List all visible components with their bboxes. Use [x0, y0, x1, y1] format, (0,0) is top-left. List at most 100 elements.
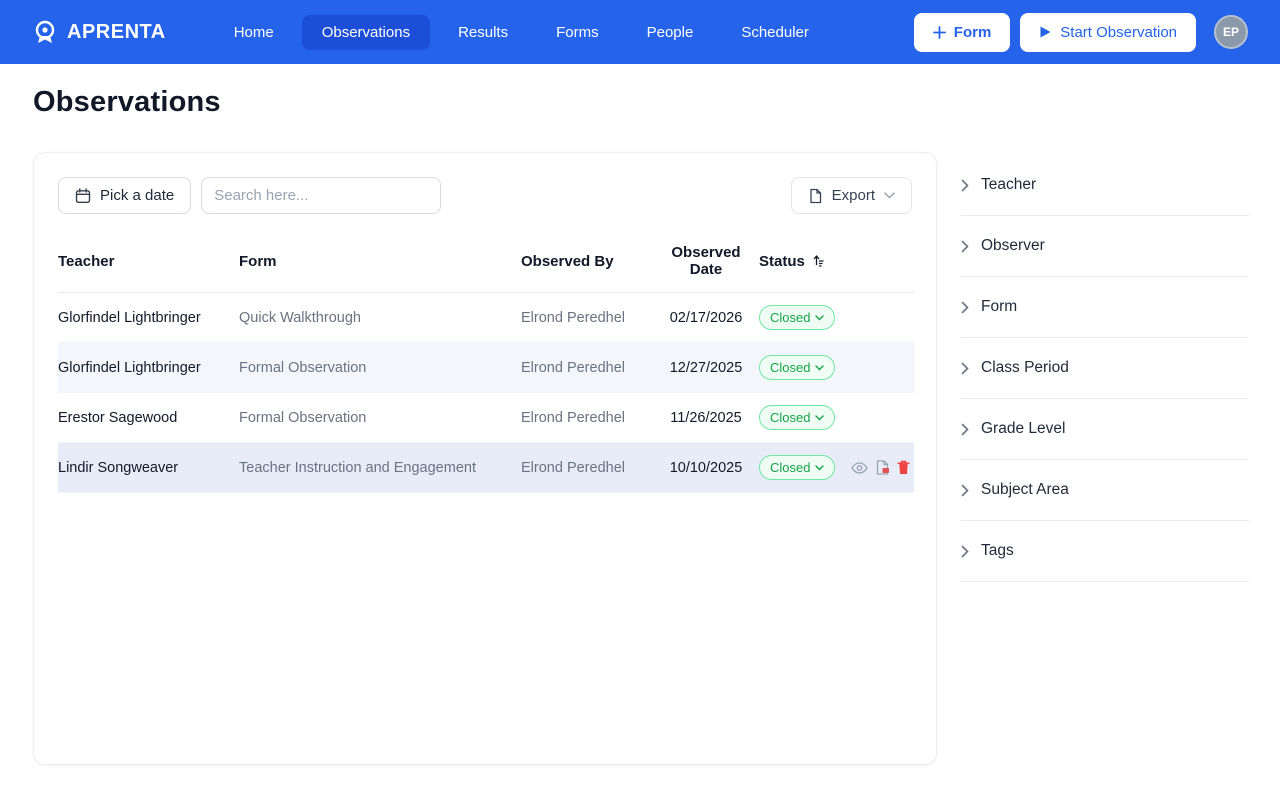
filter-label: Tags — [981, 542, 1014, 559]
status-label: Closed — [770, 460, 811, 475]
filter-form[interactable]: Form — [961, 277, 1249, 338]
filter-label: Class Period — [981, 359, 1069, 376]
observations-card: Pick a date Export — [33, 152, 937, 765]
filter-class-period[interactable]: Class Period — [961, 338, 1249, 399]
filter-teacher[interactable]: Teacher — [961, 155, 1249, 216]
nav-links: Home Observations Results Forms People S… — [214, 14, 914, 50]
top-navbar: APRENTA Home Observations Results Forms … — [0, 0, 1280, 64]
nav-actions: Form Start Observation EP — [913, 12, 1248, 52]
cell-date: 11/26/2025 — [657, 392, 759, 443]
play-icon — [1039, 25, 1052, 39]
filter-label: Teacher — [981, 176, 1037, 193]
filter-observer[interactable]: Observer — [961, 216, 1249, 277]
nav-item-results[interactable]: Results — [438, 15, 528, 50]
cell-teacher: Erestor Sagewood — [58, 392, 239, 443]
nav-item-home[interactable]: Home — [214, 15, 294, 50]
cell-status: Closed — [759, 392, 851, 443]
cell-observed-by: Elrond Peredhel — [521, 342, 657, 393]
filters-sidebar: Teacher Observer Form Class Period Grade… — [961, 155, 1249, 582]
brand: APRENTA — [32, 19, 166, 45]
nav-item-observations[interactable]: Observations — [301, 14, 431, 50]
filter-label: Observer — [981, 237, 1045, 254]
export-button[interactable]: Export — [790, 177, 912, 214]
sort-ascending-icon[interactable] — [810, 254, 824, 268]
search-input[interactable] — [201, 177, 442, 214]
trash-icon — [897, 460, 910, 475]
cell-actions — [851, 342, 914, 393]
observations-table: Teacher Form Observed By Observed Date S… — [58, 232, 914, 493]
calendar-icon — [75, 187, 91, 204]
cell-observed-by: Elrond Peredhel — [521, 442, 657, 493]
filter-label: Subject Area — [981, 481, 1069, 498]
cell-date: 02/17/2026 — [657, 292, 759, 343]
status-dropdown[interactable]: Closed — [759, 305, 836, 330]
chevron-down-icon — [884, 192, 895, 199]
card-toolbar: Pick a date Export — [58, 177, 912, 214]
cell-actions — [851, 292, 914, 343]
cell-observed-by: Elrond Peredhel — [521, 392, 657, 443]
chevron-right-icon — [961, 240, 969, 253]
header-status-label: Status — [759, 252, 805, 270]
chevron-right-icon — [961, 423, 969, 436]
cell-status: Closed — [759, 342, 851, 393]
pick-date-button[interactable]: Pick a date — [58, 177, 192, 214]
header-form[interactable]: Form — [239, 232, 521, 293]
cell-form: Teacher Instruction and Engagement — [239, 442, 521, 493]
header-actions — [851, 232, 914, 293]
start-observation-label: Start Observation — [1060, 23, 1177, 41]
cell-status: Closed — [759, 442, 851, 493]
main-column: Observations Pick a date Search here... … — [33, 64, 937, 765]
chevron-right-icon — [961, 301, 969, 314]
filter-tags[interactable]: Tags — [961, 521, 1249, 582]
filter-label: Grade Level — [981, 420, 1066, 437]
cell-teacher: Glorfindel Lightbringer — [58, 342, 239, 393]
chevron-right-icon — [961, 362, 969, 375]
export-file-icon — [808, 188, 823, 204]
table-row[interactable]: Glorfindel Lightbringer Quick Walkthroug… — [58, 292, 914, 343]
header-observed-date[interactable]: Observed Date — [657, 232, 759, 293]
plus-icon — [932, 25, 946, 39]
filter-label: Form — [981, 298, 1018, 315]
table-row-hovered[interactable]: Lindir Songweaver Teacher Instruction an… — [58, 442, 914, 493]
nav-item-scheduler[interactable]: Scheduler — [721, 15, 829, 50]
cell-date: 10/10/2025 — [657, 442, 759, 493]
add-form-button[interactable]: Form — [913, 12, 1011, 52]
pdf-export-icon-button[interactable] — [876, 460, 889, 475]
cell-observed-by: Elrond Peredhel — [521, 292, 657, 343]
brand-name: APRENTA — [67, 20, 166, 43]
header-observed-by[interactable]: Observed By — [521, 232, 657, 293]
status-dropdown[interactable]: Closed — [759, 405, 836, 430]
view-observation-button[interactable] — [851, 461, 868, 474]
filter-subject-area[interactable]: Subject Area — [961, 460, 1249, 521]
cell-teacher: Glorfindel Lightbringer — [58, 292, 239, 343]
pick-date-label: Pick a date — [100, 187, 175, 204]
cell-teacher: Lindir Songweaver — [58, 442, 239, 493]
user-avatar[interactable]: EP — [1214, 15, 1248, 49]
nav-item-people[interactable]: People — [627, 15, 714, 50]
cell-actions — [851, 442, 914, 493]
cell-actions — [851, 392, 914, 443]
add-form-label: Form — [953, 23, 992, 41]
header-status[interactable]: Status — [759, 232, 851, 293]
export-label: Export — [831, 187, 875, 204]
status-label: Closed — [770, 310, 811, 325]
table-row[interactable]: Glorfindel Lightbringer Formal Observati… — [58, 342, 914, 393]
cell-form: Quick Walkthrough — [239, 292, 521, 343]
cell-form: Formal Observation — [239, 342, 521, 393]
filter-grade-level[interactable]: Grade Level — [961, 399, 1249, 460]
nav-item-forms[interactable]: Forms — [536, 15, 619, 50]
cell-form: Formal Observation — [239, 392, 521, 443]
table-row[interactable]: Erestor Sagewood Formal Observation Elro… — [58, 392, 914, 443]
chevron-right-icon — [961, 179, 969, 192]
table-header-row: Teacher Form Observed By Observed Date S… — [58, 232, 914, 293]
chevron-right-icon — [961, 484, 969, 497]
page-title: Observations — [33, 86, 221, 118]
header-teacher[interactable]: Teacher — [58, 232, 239, 293]
chevron-right-icon — [961, 545, 969, 558]
delete-observation-button[interactable] — [897, 460, 910, 475]
cell-date: 12/27/2025 — [657, 342, 759, 393]
status-dropdown[interactable]: Closed — [759, 355, 836, 380]
page-body: Observations Pick a date Search here... … — [0, 64, 1280, 765]
start-observation-button[interactable]: Start Observation — [1020, 12, 1196, 52]
status-dropdown[interactable]: Closed — [759, 455, 836, 480]
